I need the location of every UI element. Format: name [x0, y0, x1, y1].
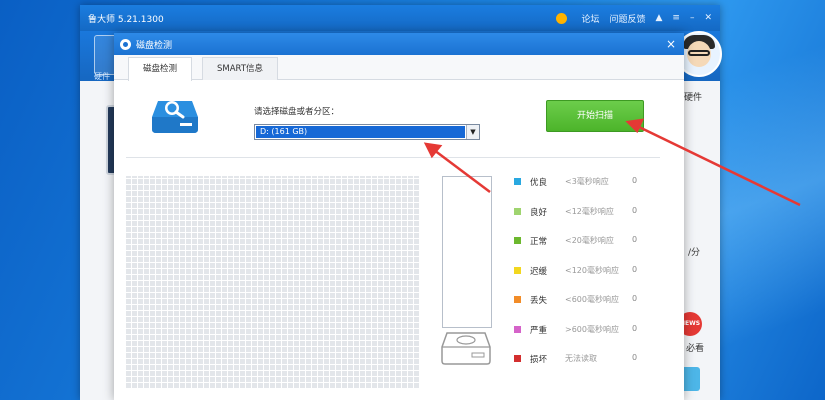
legend-swatch — [514, 207, 521, 215]
legend-range: <12毫秒响应 — [565, 206, 614, 216]
legend-count: 0 — [632, 294, 638, 303]
menu-icon[interactable]: ≡ — [672, 13, 680, 23]
legend-count: 0 — [632, 264, 638, 274]
legend-swatch — [514, 237, 521, 244]
legend-name: 优良 — [530, 178, 548, 188]
hardware-tile-label: 硬件 — [94, 72, 110, 81]
minimize-icon[interactable]: – — [690, 13, 695, 23]
legend-row: 丢失 <600毫秒响应 0 — [514, 291, 654, 321]
legend-count: 0 — [632, 205, 638, 215]
legend-row: 正常 <20毫秒响应 0 — [514, 232, 654, 262]
legend-range: <120毫秒响应 — [565, 265, 619, 275]
dialog-close-button[interactable]: × — [664, 37, 678, 51]
legend-range: <3毫秒响应 — [565, 177, 609, 186]
legend-swatch — [514, 178, 521, 185]
legend: 优良 <3毫秒响应 0 良好 <12毫秒响应 0 正常 <20毫秒响应 0 迟缓 <120毫秒响应 0… — [514, 173, 654, 380]
legend-row: 良好 <12毫秒响应 0 — [514, 203, 654, 233]
legend-range: <20毫秒响应 — [565, 236, 614, 245]
legend-range: 无法读取 — [565, 354, 597, 363]
side-text-score: /分 — [688, 248, 701, 258]
disk-check-icon — [120, 38, 131, 50]
disk-select-label: 请选择磁盘或者分区： — [254, 107, 340, 117]
hard-disk-icon — [152, 101, 198, 133]
feedback-link[interactable]: 问题反馈 — [609, 12, 645, 25]
legend-name: 严重 — [530, 325, 548, 336]
sector-grid — [126, 176, 420, 388]
disk-drive-icon — [441, 332, 491, 365]
tab-smart-info[interactable]: SMART信息 — [202, 57, 279, 80]
disk-check-dialog: 磁盘检测 × 磁盘检测 SMART信息 请选择磁盘或者分区： D: (161 G… — [114, 33, 684, 400]
forum-link[interactable]: 论坛 — [581, 12, 599, 25]
start-scan-button[interactable]: 开始扫描 — [546, 100, 644, 132]
legend-row: 优良 <3毫秒响应 0 — [514, 173, 654, 203]
dialog-tabs: 磁盘检测 SMART信息 — [114, 55, 684, 81]
legend-row: 损坏 无法读取 0 — [514, 350, 654, 380]
legend-count: 0 — [632, 235, 638, 244]
legend-count: 0 — [632, 323, 638, 333]
side-text-must-see: 必看 — [686, 344, 705, 354]
legend-name: 良好 — [530, 207, 548, 218]
legend-name: 损坏 — [530, 355, 548, 365]
legend-swatch — [514, 355, 521, 362]
legend-range: >600毫秒响应 — [565, 324, 619, 334]
disk-select-value: D: (161 GB) — [256, 126, 465, 138]
tab-disk-check[interactable]: 磁盘检测 — [128, 57, 193, 81]
dialog-title: 磁盘检测 — [136, 40, 173, 51]
legend-swatch — [514, 296, 521, 303]
divider — [126, 157, 660, 158]
app-title: 鲁大师 5.21.1300 — [88, 14, 164, 25]
legend-swatch — [514, 266, 521, 274]
legend-name: 正常 — [530, 237, 548, 247]
chevron-down-icon[interactable]: ▼ — [466, 125, 479, 139]
legend-range: <600毫秒响应 — [565, 295, 619, 304]
legend-name: 丢失 — [530, 296, 548, 306]
legend-name: 迟缓 — [530, 266, 548, 277]
close-icon[interactable]: ✕ — [704, 13, 712, 23]
side-text-hardware: 硬件 — [684, 93, 703, 103]
legend-count: 0 — [632, 176, 638, 185]
legend-swatch — [514, 325, 521, 333]
legend-count: 0 — [632, 353, 638, 362]
app-titlebar: 鲁大师 5.21.1300 论坛 问题反馈 ▲ ≡ – ✕ — [80, 5, 720, 31]
bell-icon[interactable]: ▲ — [655, 13, 662, 23]
coin-icon[interactable] — [556, 12, 568, 24]
disk-select[interactable]: D: (161 GB) ▼ — [254, 124, 480, 140]
dialog-titlebar: 磁盘检测 × — [114, 33, 684, 55]
legend-row: 迟缓 <120毫秒响应 0 — [514, 262, 654, 292]
scan-progress-column — [442, 176, 492, 328]
legend-row: 严重 >600毫秒响应 0 — [514, 321, 654, 351]
